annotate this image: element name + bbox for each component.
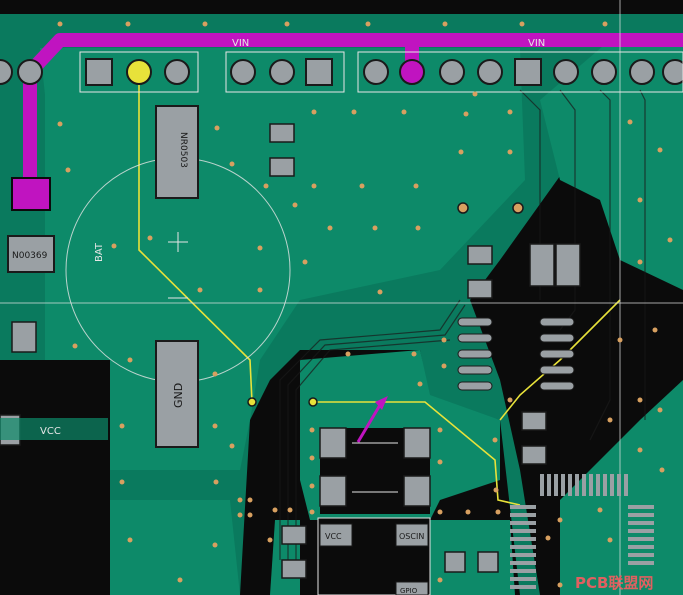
vcc-left-label: VCC [40, 426, 61, 437]
resistor-n00369[interactable]: N00369 [7, 235, 55, 273]
ic-bottom[interactable]: VCC OSCIN GPIO [317, 517, 431, 595]
nr0503-label: NR0503 [178, 132, 188, 168]
inductor[interactable] [319, 427, 431, 514]
vcc-left: VCC [0, 418, 108, 440]
ic-pin-vcc: VCC [325, 532, 342, 541]
n00369-label: N00369 [12, 251, 48, 261]
ic-pin-osc: OSCIN [399, 532, 424, 541]
gnd-label: GND [172, 383, 185, 408]
watermark: PCB联盟网 [575, 574, 653, 592]
pcb-canvas[interactable]: VIN VIN NR0503 GND BAT N00369 VCC OSCIN … [0, 0, 683, 595]
battery-label: BAT [94, 242, 105, 262]
vin-label-left: VIN [232, 38, 249, 49]
resistor-nr0503[interactable]: NR0503 [155, 105, 199, 199]
vin-label-right: VIN [528, 38, 545, 49]
ic-pin-misc: GPIO [400, 587, 418, 595]
pcb-layout[interactable]: VIN VIN NR0503 GND BAT N00369 VCC OSCIN … [0, 0, 683, 595]
gnd-pad[interactable]: GND [155, 340, 199, 448]
